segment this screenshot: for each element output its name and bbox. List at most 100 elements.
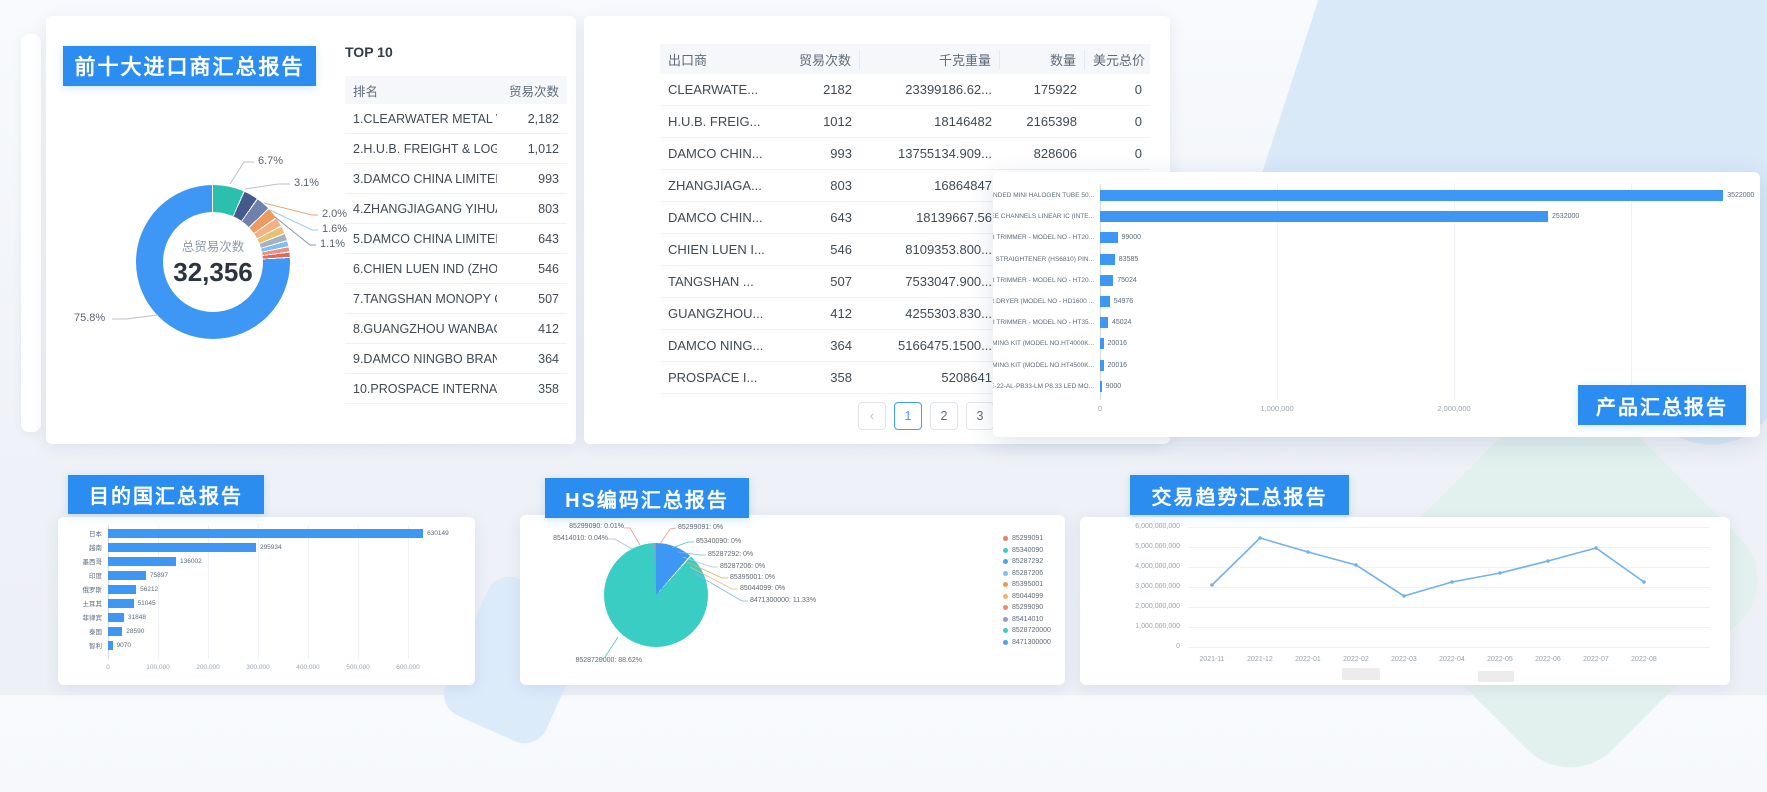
bar bbox=[1100, 275, 1113, 286]
bar-row: HAIR TRIMMER - MODEL NO - HT20...75024 bbox=[993, 275, 1760, 286]
legend-label: 85287206 bbox=[1012, 570, 1043, 577]
destination-report-banner: 目的国汇总报告 bbox=[68, 475, 264, 514]
legend-item[interactable]: 85287292 bbox=[1003, 556, 1051, 568]
gridline bbox=[1188, 527, 1710, 528]
exporter-cell: 2165398 bbox=[1000, 114, 1085, 129]
bar-row: 日本630149 bbox=[58, 529, 475, 538]
legend-dot bbox=[1003, 536, 1008, 541]
top10-row: 4.ZHANGJIAGANG YIHUA RU...803 bbox=[345, 194, 567, 224]
legend-dot bbox=[1003, 640, 1008, 645]
bar-row: HAIR STRAIGHTENER (HS6810) PIN...83585 bbox=[993, 254, 1760, 265]
exporter-cell: 993 bbox=[775, 146, 860, 161]
legend-item[interactable]: 85299090 bbox=[1003, 602, 1051, 614]
bar-row: HAIR TRIMMER - MODEL NO - HT35...45024 bbox=[993, 317, 1760, 328]
top10-row-name: 6.CHIEN LUEN IND (ZHONGS... bbox=[345, 262, 497, 276]
data-point bbox=[1642, 580, 1646, 584]
legend-item[interactable]: 85414010 bbox=[1003, 614, 1051, 626]
legend-item[interactable]: 85395001 bbox=[1003, 579, 1051, 591]
exporter-row: CLEARWATE...218223399186.62...1759220 bbox=[660, 74, 1150, 106]
bar-row: UNBRANDED MINI HALOGEN TUBE 50...3522000 bbox=[993, 190, 1760, 201]
bar-category-label: HAIR TRIMMER - MODEL NO - HT35... bbox=[993, 319, 1094, 326]
exporter-cell: TANGSHAN ... bbox=[660, 274, 775, 289]
top10-header-row: 排名贸易次数 bbox=[345, 76, 567, 104]
pie-callout: 85340090: 0% bbox=[696, 538, 741, 545]
legend-dot bbox=[1003, 582, 1008, 587]
top10-row-name: 3.DAMCO CHINA LIMITED bbox=[345, 172, 497, 186]
legend-item[interactable]: 85299091 bbox=[1003, 533, 1051, 545]
top10-row: 9.DAMCO NINGBO BRANCH364 bbox=[345, 344, 567, 374]
top10-row-name: 10.PROSPACE INTERNATIONA... bbox=[345, 382, 497, 396]
stacked-card-edge bbox=[21, 34, 41, 432]
destination-summary-card: 0100,000200,000300,000400,000500,000600,… bbox=[58, 517, 475, 685]
pagination-page-button[interactable]: 2 bbox=[930, 402, 958, 430]
donut-callout-others: 75.8% bbox=[74, 312, 105, 324]
data-point bbox=[1546, 559, 1550, 563]
exporter-cell: 175922 bbox=[1000, 82, 1085, 97]
donut-callout: 3.1% bbox=[294, 177, 319, 189]
axis-tick-label: 600,000 bbox=[378, 664, 438, 671]
bar-category-label: 俄罗斯 bbox=[58, 584, 102, 594]
x-axis-label: 2021-11 bbox=[1190, 656, 1234, 663]
importer-report-banner: 前十大进口商汇总报告 bbox=[63, 46, 316, 86]
gridline bbox=[1188, 587, 1710, 588]
exporter-cell: ZHANGJIAGA... bbox=[660, 178, 775, 193]
top10-row-name: 7.TANGSHAN MONOPY CERA... bbox=[345, 292, 497, 306]
legend-label: 85414010 bbox=[1012, 616, 1043, 623]
exporter-cell: 0 bbox=[1085, 114, 1150, 129]
bar-row: GROOMING KIT (MODEL NO.HT4500K...20016 bbox=[993, 360, 1760, 371]
legend-item[interactable]: 8528720000 bbox=[1003, 625, 1051, 637]
top10-row-count: 364 bbox=[497, 352, 567, 366]
pagination: ‹ 123 bbox=[858, 402, 994, 430]
bar-value-label: 295934 bbox=[260, 544, 282, 551]
donut-center-label: 总贸易次数 bbox=[182, 236, 245, 255]
bar-category-label: 墨西哥 bbox=[58, 556, 102, 566]
exporter-cell: 0 bbox=[1085, 82, 1150, 97]
pie-callout: 85299091: 0% bbox=[678, 524, 723, 531]
legend-item[interactable]: 85044099 bbox=[1003, 591, 1051, 603]
bar bbox=[108, 571, 146, 580]
bar-category-label: 智利 bbox=[58, 640, 102, 650]
exporter-header-row: 出口商贸易次数千克重量数量美元总价 bbox=[660, 44, 1150, 74]
bar-category-label: UNBRANDED MINI HALOGEN TUBE 50... bbox=[993, 192, 1094, 199]
legend-item[interactable]: 85287206 bbox=[1003, 568, 1051, 580]
bar-row: HAIR TRIMMER - MODEL NO - HT20...99000 bbox=[993, 232, 1760, 243]
y-axis-label: 6,000,000,000 bbox=[1085, 523, 1180, 530]
bar-row: 印度75897 bbox=[58, 571, 475, 580]
pagination-page-button[interactable]: 1 bbox=[894, 402, 922, 430]
pie-callout: 85287206: 0% bbox=[720, 563, 765, 570]
exporter-cell: 8109353.800... bbox=[860, 242, 1000, 257]
pagination-prev-button[interactable]: ‹ bbox=[858, 402, 886, 430]
exporter-cell: 546 bbox=[775, 242, 860, 257]
trend-line-chart: 6,000,000,0005,000,000,0004,000,000,0003… bbox=[1080, 517, 1730, 685]
exporter-cell: H.U.B. FREIG... bbox=[660, 114, 775, 129]
exporter-cell: 16864847 bbox=[860, 178, 1000, 193]
top10-row: 6.CHIEN LUEN IND (ZHONGS...546 bbox=[345, 254, 567, 284]
legend-item[interactable]: 8471300000 bbox=[1003, 637, 1051, 649]
legend-label: 8528720000 bbox=[1012, 627, 1051, 634]
top10-header-rank: 排名 bbox=[345, 81, 497, 100]
top10-row-name: 9.DAMCO NINGBO BRANCH bbox=[345, 352, 497, 366]
bar bbox=[1100, 360, 1104, 371]
top10-row-name: 8.GUANGZHOU WANBAO GR... bbox=[345, 322, 497, 336]
bar bbox=[108, 529, 423, 538]
trend-report-banner: 交易趋势汇总报告 bbox=[1130, 475, 1349, 515]
exporter-cell: 5166475.1500... bbox=[860, 338, 1000, 353]
blurred-label-patch bbox=[1342, 668, 1380, 680]
legend-dot bbox=[1003, 548, 1008, 553]
legend-item[interactable]: 85340090 bbox=[1003, 545, 1051, 557]
exporter-cell: CLEARWATE... bbox=[660, 82, 775, 97]
y-axis-label: 2,000,000,000 bbox=[1085, 603, 1180, 610]
donut-center: 总贸易次数 32,356 bbox=[163, 212, 263, 312]
bar-row: THREE CHANNELS LINEAR IC (INTE...2532000 bbox=[993, 211, 1760, 222]
exporter-cell: 18139667.56 bbox=[860, 210, 1000, 225]
pagination-page-button[interactable]: 3 bbox=[966, 402, 994, 430]
top10-row-count: 2,182 bbox=[497, 112, 567, 126]
bar-value-label: 99000 bbox=[1122, 234, 1141, 241]
bar bbox=[1100, 211, 1548, 222]
y-axis-label: 4,000,000,000 bbox=[1085, 563, 1180, 570]
bar-category-label: HRE-22-AL-PB33-LM P8.33 LED MO... bbox=[993, 383, 1094, 390]
legend-label: 8471300000 bbox=[1012, 639, 1051, 646]
top10-row-count: 993 bbox=[497, 172, 567, 186]
bar-value-label: 75024 bbox=[1117, 277, 1136, 284]
top10-row-name: 5.DAMCO CHINA LIMITED O/B bbox=[345, 232, 497, 246]
